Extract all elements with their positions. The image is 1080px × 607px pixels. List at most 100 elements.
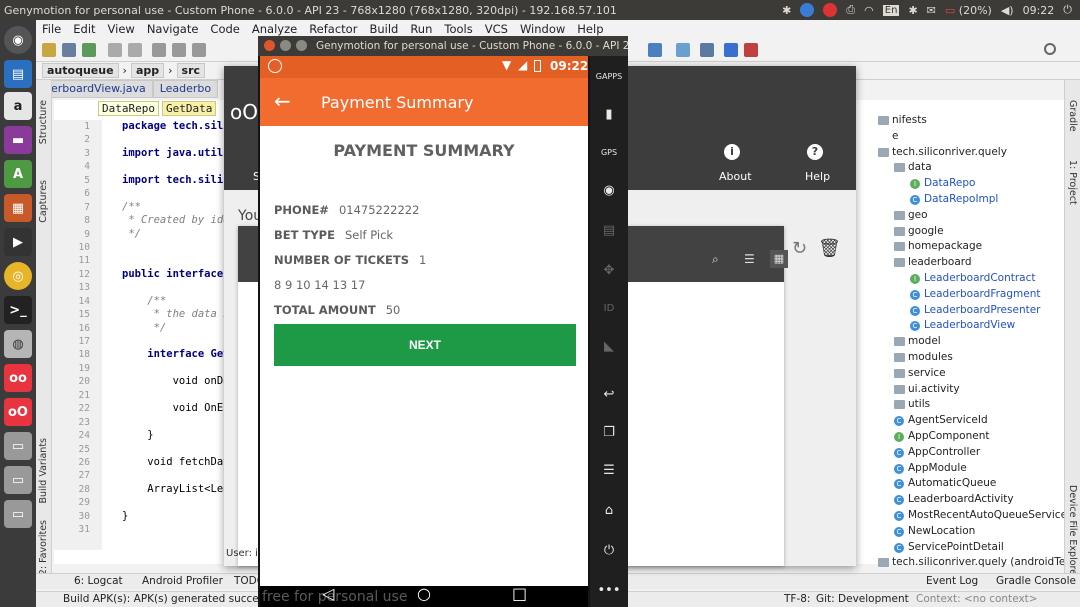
clock[interactable]: 09:22 [1023,4,1055,17]
tree-item[interactable]: I AppComponent [856,429,1066,445]
tree-item[interactable]: C NewLocation [856,524,1066,540]
tree-item[interactable]: I DataRepo [856,176,1066,192]
help-icon[interactable] [724,43,738,57]
tree-item[interactable]: e [856,129,1066,145]
tree-item[interactable]: tech.siliconriver.quely (androidTest) [856,555,1079,571]
tree-item[interactable]: C ServicePointDetail [856,540,1066,556]
tree-item[interactable]: data [856,160,1066,176]
menu-run[interactable]: Run [410,22,432,36]
paste-icon[interactable] [192,43,206,57]
tab-leaderboard-view[interactable]: erboardView.java [44,80,153,98]
tree-item[interactable]: geo [856,208,1066,224]
tab-gradle-console[interactable]: Gradle Console [996,575,1076,587]
open-icon[interactable] [42,43,56,57]
rss-icon[interactable]: ◣ [599,336,619,356]
tree-item[interactable]: C LeaderboardPresenter [856,303,1066,319]
bluetooth-icon[interactable]: ✱ [782,4,791,17]
gps-icon[interactable]: GPS [599,142,619,162]
menu-analyze[interactable]: Analyze [252,22,297,36]
genymotion-player-icon[interactable]: oO [4,398,32,426]
menu-view[interactable]: View [108,22,135,36]
tree-item[interactable]: ui.activity [856,382,1066,398]
stop-icon[interactable] [823,3,838,17]
arrow-back-icon[interactable]: ← [274,90,291,112]
tree-item[interactable]: model [856,334,1066,350]
tree-item[interactable]: C AgentServiceId [856,413,1066,429]
tree-item[interactable]: leaderboard [856,255,1066,271]
printer-icon[interactable]: ⎙ [846,3,855,17]
status-encoding[interactable]: TF-8: [784,593,810,605]
menu-icon[interactable]: ☰ [599,460,619,480]
menu-tools[interactable]: Tools [444,22,472,36]
avd-icon[interactable] [648,43,662,57]
back-icon[interactable]: ↩ [599,384,619,404]
tab-leaderboard[interactable]: Leaderbo [152,80,219,98]
nav-app[interactable]: app [130,63,165,78]
android-studio-icon[interactable]: A [4,160,32,188]
tool-favorites[interactable]: 2: Favorites [38,520,49,575]
disk-icon[interactable]: ◍ [4,330,32,358]
more-icon[interactable]: ••• [598,580,621,600]
copy-icon[interactable] [172,43,186,57]
tab-android-profiler[interactable]: Android Profiler [142,575,223,587]
recent-apps-icon[interactable]: ❐ [599,422,619,442]
help-circle-icon[interactable]: ? [807,144,823,160]
tool-build-variants[interactable]: Build Variants [38,438,49,504]
video-icon[interactable]: ▶ [4,228,32,256]
tool-gradle[interactable]: Gradle [1067,100,1078,132]
menu-file[interactable]: File [42,22,61,36]
tree-item[interactable]: C LeaderboardFragment [856,287,1066,303]
maximize-button[interactable] [296,40,307,51]
crumb-datarepo[interactable]: DataRepo [98,101,159,116]
app-icon-purple[interactable]: ▬ [4,126,32,154]
volume-icon[interactable]: ◀) [1001,4,1014,17]
power-icon[interactable]: ⏻ [599,540,619,560]
menu-vcs[interactable]: VCS [485,22,508,36]
search-icon[interactable] [1044,43,1056,55]
tree-item[interactable]: C LeaderboardView [856,318,1066,334]
list-view-icon[interactable]: ☰ [744,252,755,266]
save-icon[interactable] [62,43,76,57]
status-git[interactable]: Git: Development [816,593,909,605]
tree-item[interactable]: tech.siliconriver.quely [856,145,1066,161]
battery-widget-icon[interactable]: ▮ [599,104,619,124]
tree-item[interactable]: C AppModule [856,461,1066,477]
crumb-getdata[interactable]: GetData [161,101,217,116]
device-icon[interactable] [744,43,758,57]
tool-captures[interactable]: Captures [38,180,49,223]
amazon-icon[interactable]: a [4,92,32,120]
webcam-icon[interactable]: ◉ [599,180,619,200]
info-icon[interactable]: i [724,144,740,160]
menu-help[interactable]: Help [577,22,603,36]
tree-item[interactable]: C AppController [856,445,1066,461]
tool-project[interactable]: 1: Project [1067,160,1078,205]
wifi-icon[interactable]: ◠ [864,4,874,17]
help-label[interactable]: Help [805,170,830,183]
tab-event-log[interactable]: Event Log [926,575,978,587]
nav-autoqueue[interactable]: autoqueue [42,63,119,78]
tool-device-explorer[interactable]: Device File Explorer [1067,485,1078,579]
nav-recents-icon[interactable]: □ [512,584,527,603]
mail-icon[interactable]: ✉ [927,4,936,17]
terminal-icon[interactable]: >_ [4,296,32,324]
menu-refactor[interactable]: Refactor [309,22,357,36]
status-message[interactable]: Build APK(s): APK(s) generated successfu… [63,593,286,605]
tree-item[interactable]: nifests [856,113,1066,129]
search-icon[interactable]: ⌕ [712,252,719,267]
redo-icon[interactable] [128,43,142,57]
genymotion-icon[interactable]: oo [4,364,32,392]
tree-item[interactable]: homepackage [856,239,1066,255]
sync-icon[interactable] [800,3,815,17]
about-label[interactable]: About [719,170,752,183]
close-button[interactable] [264,40,275,51]
tab-logcat[interactable]: 6: Logcat [74,575,123,587]
tree-item[interactable]: C MostRecentAutoQueueService [856,508,1067,524]
minimize-button[interactable] [280,40,291,51]
drive-icon[interactable]: ▭ [4,432,32,460]
tree-item[interactable]: utils [856,397,1066,413]
grid-view-icon[interactable]: ▦ [770,250,788,268]
tree-item[interactable]: I LeaderboardContract [856,271,1066,287]
tree-item[interactable]: modules [856,350,1066,366]
tree-item[interactable]: C LeaderboardActivity [856,492,1066,508]
tree-item[interactable]: google [856,224,1066,240]
